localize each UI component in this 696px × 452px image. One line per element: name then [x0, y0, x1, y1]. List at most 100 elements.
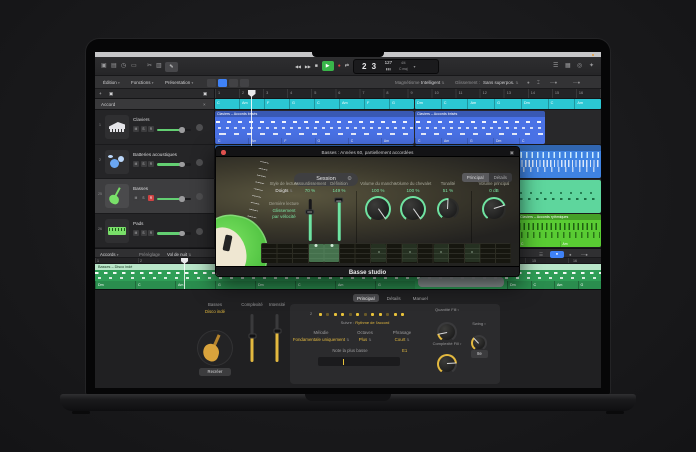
menu-fonctions[interactable]: Fonctions ▾ [131, 80, 154, 85]
editor-chord-cell[interactable]: C [531, 281, 555, 289]
catch-playhead-icon[interactable]: ● [527, 80, 530, 85]
mute-button[interactable]: M [133, 126, 139, 132]
fret-cell-active[interactable] [324, 244, 339, 262]
chord-cell[interactable]: Dm [521, 99, 548, 109]
volume-thumb[interactable] [179, 231, 185, 237]
chord-cell[interactable]: G [494, 99, 521, 109]
editor-chord-cell[interactable]: Dm [255, 281, 295, 289]
region[interactable]: Claviers – Accords brisésCAmFGCAm [215, 111, 414, 144]
chord-region-2[interactable]: DmCAmGDmCAm [415, 99, 601, 109]
volume-slider[interactable] [157, 232, 191, 235]
pattern-dot[interactable] [356, 313, 359, 316]
pattern-dot[interactable] [394, 313, 397, 316]
magnetism-select[interactable]: Intelligent ⇅ [421, 80, 444, 85]
fret-cell-dim[interactable] [465, 244, 480, 262]
track-zoom-icon[interactable]: ▣ [203, 91, 207, 97]
pencil-tool-button[interactable]: ✎ [165, 62, 178, 72]
view-button-1[interactable] [207, 79, 216, 87]
slip-select[interactable]: Sans superpos. ⇅ [483, 80, 518, 85]
chord-cell[interactable]: C [441, 99, 468, 109]
track-header[interactable]: 2Batteries acoustiquesMSR [95, 145, 215, 179]
track-row-claviers[interactable]: 1ClaviersMSRClaviers – Accords brisésCAm… [95, 110, 601, 145]
bass-studio-tab-détails[interactable]: Détails [383, 294, 405, 302]
solo-button[interactable]: S [141, 230, 147, 236]
stop-button[interactable]: ■ [315, 63, 318, 69]
region[interactable]: Claviers – Accords rythmiquesCAm [518, 214, 601, 247]
plugin-slider[interactable] [309, 199, 312, 241]
library-icon[interactable]: ▤ [111, 62, 117, 71]
view-button-4[interactable] [240, 79, 249, 87]
chord-cell[interactable]: Am [467, 99, 494, 109]
quick-help-icon[interactable]: ▣ [101, 62, 107, 71]
dropdown-select[interactable]: Plus ⇅ [359, 337, 372, 342]
editor-chord-cell[interactable]: G [578, 281, 602, 289]
share-icon[interactable]: ✦ [589, 62, 594, 71]
menu-edition[interactable]: Édition ▾ [103, 80, 120, 85]
intensity-slider[interactable] [276, 314, 279, 362]
solo-button[interactable]: S [141, 195, 147, 201]
chord-cell[interactable]: F [364, 99, 389, 109]
editor-chord-cell[interactable]: Am [175, 281, 215, 289]
browser-icon[interactable]: ▦ [565, 62, 571, 71]
swing-grid-button[interactable]: 8e [471, 350, 488, 358]
notifications-icon[interactable]: ◎ [577, 62, 582, 71]
pattern-dot[interactable] [386, 313, 389, 316]
play-button[interactable]: ▶ [322, 61, 334, 71]
slider-thumb[interactable] [335, 198, 344, 203]
fret-cell-dim[interactable] [402, 244, 417, 262]
pattern-dot[interactable] [341, 313, 344, 316]
zoom-h-slider[interactable]: —● [550, 80, 557, 85]
solo-button[interactable]: S [141, 161, 147, 167]
editor-chord-cell[interactable]: Dm [507, 281, 531, 289]
plugin-window[interactable]: Basses : Années 60, partiellement accord… [215, 146, 520, 277]
link-icon[interactable]: ⌶ [537, 80, 540, 85]
track-header[interactable]: 26PadsMSR [95, 214, 215, 248]
cycle-button[interactable]: ⇄ [345, 63, 349, 69]
record-enable-button[interactable]: R [148, 126, 154, 132]
list-editors-icon[interactable]: ☰ [553, 62, 558, 71]
player-style-value[interactable]: Disco indé [205, 309, 225, 314]
chord-cell[interactable]: C [548, 99, 575, 109]
pattern-dot[interactable] [401, 313, 404, 316]
pattern-dot[interactable] [364, 313, 367, 316]
record-enable-button[interactable]: R [148, 161, 154, 167]
plugin-slider[interactable] [338, 199, 341, 241]
record-enable-button[interactable]: R [148, 230, 154, 236]
bass-player-icon[interactable] [197, 330, 233, 366]
chord-cell[interactable]: G [289, 99, 314, 109]
editor-chord-cell[interactable]: G [375, 281, 415, 289]
plugin-knob[interactable] [365, 196, 391, 222]
pan-knob[interactable] [196, 193, 203, 200]
pattern-dots[interactable]: 2 [310, 312, 420, 316]
track-header[interactable]: 1ClaviersMSR [95, 110, 215, 144]
fill-knob[interactable] [471, 335, 487, 351]
bass-studio-tab-principal[interactable]: Principal [353, 294, 379, 302]
pattern-dot[interactable] [371, 313, 374, 316]
follow-setting[interactable]: Suivre : Rythme de l'accord [290, 320, 440, 325]
plugin-knob[interactable] [437, 198, 459, 220]
fill-knob[interactable] [437, 354, 457, 374]
inspector-icon[interactable]: ◷ [121, 62, 126, 71]
editor-chord-cell[interactable]: C [295, 281, 335, 289]
duplicate-track-button[interactable]: ▣ [109, 91, 113, 97]
fret-cell-active[interactable] [309, 244, 324, 262]
editor-chord-cell[interactable]: Dm [95, 281, 135, 289]
editor-midi-in-button[interactable]: ● [550, 251, 564, 258]
pan-knob[interactable] [196, 228, 203, 235]
smart-controls-icon[interactable]: ▭ [131, 62, 137, 71]
chord-cell[interactable]: F [264, 99, 289, 109]
view-button-3[interactable] [229, 79, 238, 87]
rewind-button[interactable]: ◀◀ [295, 64, 301, 69]
fill-knob[interactable] [437, 322, 457, 342]
pan-knob[interactable] [196, 124, 203, 131]
link-icon[interactable]: ▣ [510, 150, 514, 156]
editor-catch-icon[interactable]: ● [569, 252, 572, 257]
zoom-v-slider[interactable]: —● [573, 80, 580, 85]
fret-cell-dim[interactable] [434, 244, 449, 262]
mute-button[interactable]: M [133, 195, 139, 201]
regenerate-button[interactable]: Recréer [199, 368, 231, 376]
record-enable-button[interactable]: R [148, 195, 154, 201]
editor-chords-menu[interactable]: Accords ▾ [100, 252, 118, 257]
editor-chord-cell[interactable]: C [135, 281, 175, 289]
pan-knob[interactable] [196, 159, 203, 166]
